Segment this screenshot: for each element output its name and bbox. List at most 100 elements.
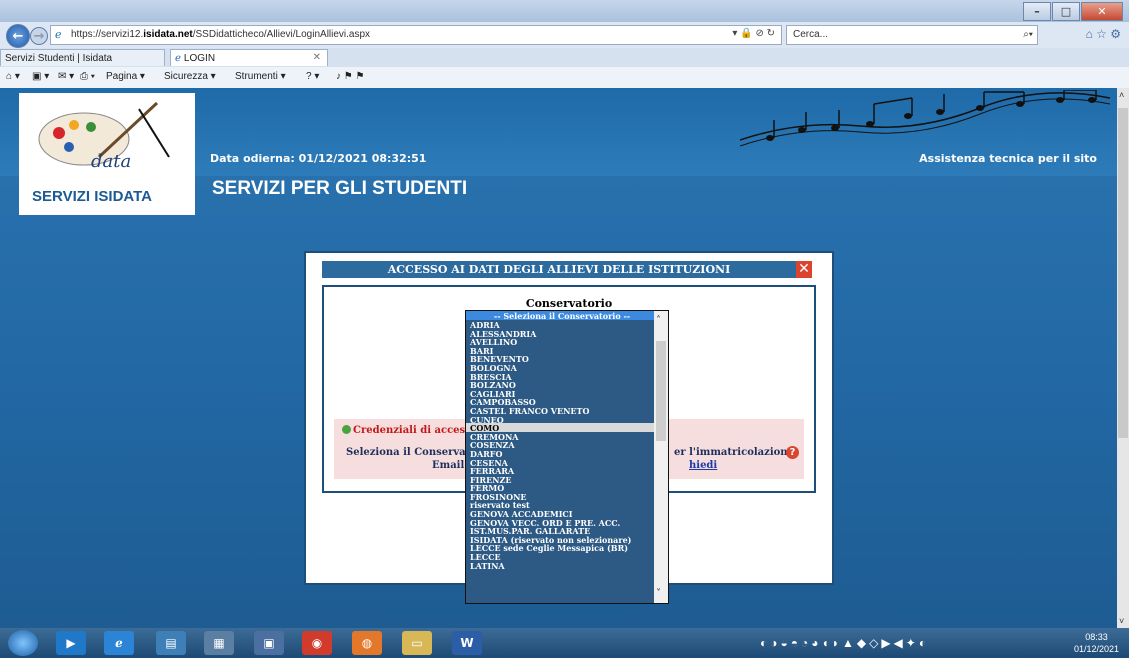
url-text: https://servizi12.isidata.net/SSDidattic… (71, 29, 371, 40)
tab-servizi-studenti[interactable]: Servizi Studenti | Isidata (0, 49, 165, 66)
menu-pagina[interactable]: Pagina ▾ (106, 71, 145, 82)
feeds-icon[interactable]: ▣ ▾ (32, 71, 49, 82)
home-icon[interactable]: ⌂ ▾ (6, 71, 20, 82)
media-player-icon[interactable]: ▶ (56, 631, 86, 655)
help-question-icon[interactable]: ? (786, 446, 799, 459)
window-controls: – □ ✕ (1022, 2, 1123, 21)
menu-sicurezza[interactable]: Sicurezza ▾ (164, 71, 216, 82)
dropdown-option[interactable]: GENOVA ACCADEMICI (466, 509, 654, 519)
dropdown-option[interactable]: ADRIA (466, 320, 654, 330)
isidata-logo[interactable]: data SERVIZI ISIDATA (19, 93, 195, 215)
page-scrollbar[interactable]: ˄ ˅ (1117, 88, 1129, 628)
palette-logo-icon: data (38, 101, 170, 172)
dropdown-option[interactable]: FERRARA (466, 466, 654, 476)
tab-login[interactable]: ℯ LOGIN ✕ (170, 49, 328, 66)
dropdown-placeholder[interactable]: -- Seleziona il Conservatorio -- (466, 311, 654, 321)
browser-tools[interactable]: ⌂ ☆ ⚙ (1086, 27, 1121, 41)
dialog-close-icon[interactable]: ✕ (796, 261, 812, 278)
select-instruction: Seleziona il Conservator (346, 447, 483, 458)
minimize-button[interactable]: – (1023, 2, 1051, 21)
dialog-title: ACCESSO AI DATI DEGLI ALLIEVI DELLE ISTI… (322, 261, 796, 278)
word-icon[interactable]: W (452, 631, 482, 655)
search-icon[interactable]: ⌕▾ (1023, 29, 1033, 40)
music-notes-decoration (739, 89, 1111, 152)
dropdown-option[interactable]: COMO (466, 423, 654, 433)
dropdown-option[interactable]: CREMONA (466, 432, 654, 442)
immatricolazione-text: er l'immatricolazione (674, 447, 794, 458)
email-label: Email: (432, 460, 468, 471)
lock-refresh-icons[interactable]: ▾ 🔒 ⊘ ↻ (732, 28, 775, 39)
maximize-button[interactable]: □ (1052, 2, 1080, 21)
dropdown-option[interactable]: LECCE (466, 552, 654, 562)
page-title: SERVIZI PER GLI STUDENTI (212, 178, 468, 199)
explorer-icon[interactable]: ▤ (156, 631, 186, 655)
taskbar: ▶ ℯ ▤ ▦ ▣ ◉ ◍ ▭ W ◐◑◒◓◔◕◖◗▲◆◇▶◀✦◐ 08:33 … (0, 628, 1129, 658)
back-button[interactable]: ← (6, 24, 30, 48)
dropdown-option[interactable]: AVELLINO (466, 337, 654, 347)
command-bar: ⌂ ▾ ▣ ▾ ✉ ▾ ⎙ ▾ Pagina ▾ Sicurezza ▾ Str… (0, 67, 1129, 89)
tab-row: Servizi Studenti | Isidata ℯ LOGIN ✕ (0, 48, 1129, 68)
dropdown-options: -- Seleziona il Conservatorio -- ADRIA AL… (466, 311, 654, 603)
dropdown-option[interactable]: FROSINONE (466, 492, 654, 502)
dropdown-scroll-down-icon[interactable]: ˅ (656, 588, 661, 599)
dropdown-option[interactable]: FIRENZE (466, 475, 654, 485)
conservatorio-dropdown[interactable]: -- Seleziona il Conservatorio -- ADRIA AL… (465, 310, 669, 604)
print-icon[interactable]: ⎙ ▾ (80, 71, 95, 82)
logo-caption: SERVIZI ISIDATA (32, 188, 153, 205)
help-icon[interactable]: ? ▾ (306, 71, 319, 82)
extension-icons[interactable]: ♪ ⚑ ⚑ (336, 71, 365, 82)
dropdown-option[interactable]: FERMO (466, 483, 654, 493)
scroll-up-icon[interactable]: ˄ (1119, 90, 1124, 100)
forward-button[interactable]: → (30, 27, 48, 45)
close-window-button[interactable]: ✕ (1081, 2, 1123, 21)
address-row: ← → ℯ https://servizi12.isidata.net/SSDi… (0, 22, 1129, 48)
tab-label: Servizi Studenti | Isidata (5, 52, 113, 64)
dropdown-option[interactable]: IST.MUS.PAR. GALLARATE (466, 526, 654, 536)
dropdown-option[interactable]: GENOVA VECC. ORD E PRE. ACC. (466, 518, 654, 528)
svg-text:data: data (91, 151, 131, 172)
dropdown-option[interactable]: riservato test (466, 500, 654, 510)
dropdown-scroll-up-icon[interactable]: ˄ (656, 315, 661, 326)
ie-page-icon: ℯ (55, 29, 62, 41)
plus-icon (342, 425, 351, 434)
dropdown-option[interactable]: CAGLIARI (466, 389, 654, 399)
dropdown-option[interactable]: BOLZANO (466, 380, 654, 390)
tab-label: LOGIN (183, 52, 216, 64)
dropdown-scroll-thumb[interactable] (656, 341, 666, 441)
current-date: Data odierna: 01/12/2021 08:32:51 (210, 152, 427, 165)
ie-taskbar-icon[interactable]: ℯ (104, 631, 134, 655)
support-link[interactable]: Assistenza tecnica per il sito (919, 152, 1097, 165)
dropdown-option[interactable]: CESENA (466, 458, 654, 468)
firefox-icon[interactable]: ◍ (352, 631, 382, 655)
tab-close-icon[interactable]: ✕ (313, 52, 321, 63)
dropdown-option[interactable]: CASTEL FRANCO VENETO (466, 406, 654, 416)
menu-strumenti[interactable]: Strumenti ▾ (235, 71, 286, 82)
dropdown-option[interactable]: BENEVENTO (466, 354, 654, 364)
search-input[interactable]: Cerca... ⌕▾ (786, 25, 1038, 45)
system-tray-icons[interactable]: ◐◑◒◓◔◕◖◗▲◆◇▶◀✦◐ (760, 636, 929, 650)
dropdown-option[interactable]: BOLOGNA (466, 363, 654, 373)
network-icon[interactable]: ▣ (254, 631, 284, 655)
folder-icon[interactable]: ▭ (402, 631, 432, 655)
dropdown-option[interactable]: ALESSANDRIA (466, 329, 654, 339)
scrollbar-thumb[interactable] (1118, 108, 1128, 438)
address-bar[interactable]: ℯ https://servizi12.isidata.net/SSDidatt… (50, 25, 782, 45)
dropdown-option[interactable]: COSENZA (466, 440, 654, 450)
richiedi-link[interactable]: hiedi (689, 460, 717, 471)
dropdown-option[interactable]: ISIDATA (riservato non selezionare) (466, 535, 654, 545)
dropdown-scrollbar[interactable]: ˄ ˅ (654, 311, 668, 603)
dropdown-option[interactable]: CAMPOBASSO (466, 397, 654, 407)
dropdown-option[interactable]: LECCE sede Ceglie Messapica (BR) (466, 543, 654, 553)
dropdown-option[interactable]: BARI (466, 346, 654, 356)
dropdown-option[interactable]: LATINA (466, 561, 654, 571)
dropdown-option[interactable]: BRESCIA (466, 372, 654, 382)
start-button[interactable] (8, 630, 38, 656)
mail-icon[interactable]: ✉ ▾ (58, 71, 74, 82)
conservatorio-label: Conservatorio (525, 297, 613, 310)
dropdown-option[interactable]: DARFO (466, 449, 654, 459)
credentials-heading: Credenziali di accesso (342, 425, 477, 436)
calculator-icon[interactable]: ▦ (204, 631, 234, 655)
clock[interactable]: 08:33 01/12/2021 (1074, 631, 1119, 655)
chrome-icon[interactable]: ◉ (302, 631, 332, 655)
scroll-down-icon[interactable]: ˅ (1119, 616, 1124, 626)
